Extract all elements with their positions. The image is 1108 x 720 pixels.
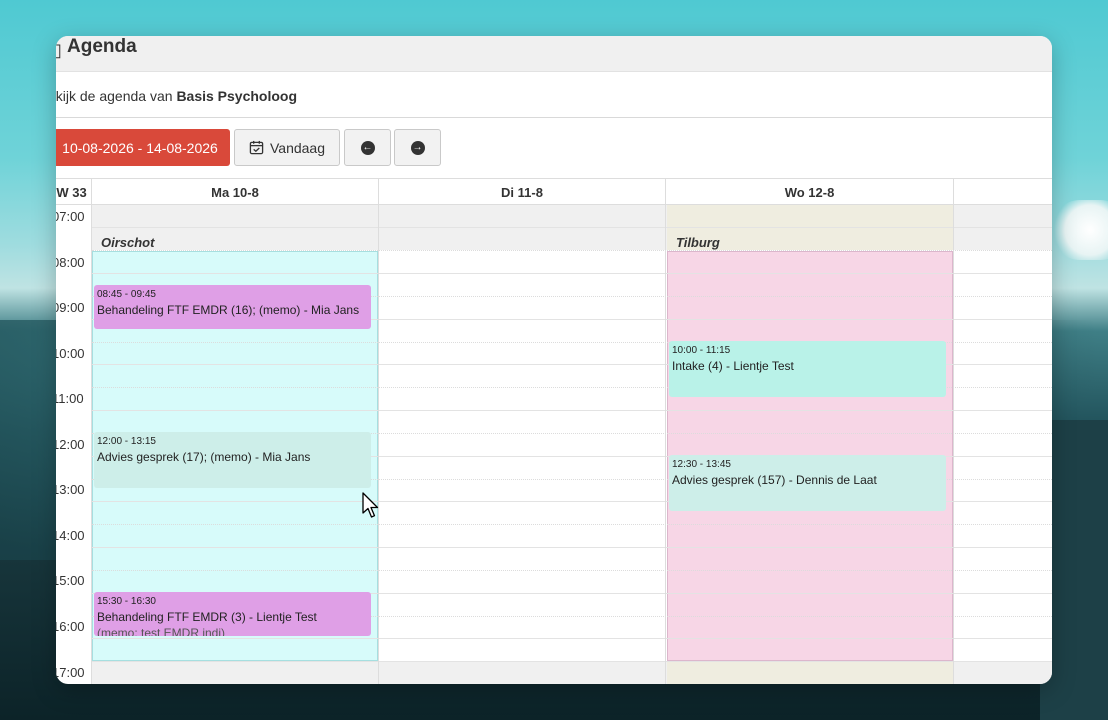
previous-week-button[interactable]: ← [344, 129, 391, 166]
column-divider [953, 178, 954, 684]
week-number: W 33 [56, 184, 87, 200]
calendar-check-icon [249, 140, 264, 155]
day-header-wed[interactable]: Wo 12-8 [666, 179, 953, 205]
appointment-title: Advies gesprek (17); (memo) - Mia Jans [97, 450, 311, 464]
time-label: 16:00 [56, 619, 85, 634]
agenda-window: ▯ Agenda ekijk de agenda van Basis Psych… [56, 36, 1052, 684]
grid-line [92, 570, 1052, 571]
agenda-owner-prefix: ekijk de agenda van [56, 88, 173, 104]
time-label: 17:00 [56, 665, 85, 680]
title-bar: ▯ Agenda [56, 36, 1052, 72]
appointment-title: Intake (4) - Lientje Test [672, 359, 794, 373]
grid-line [92, 250, 1052, 251]
appointment-time: 15:30 - 16:30 [97, 596, 156, 607]
arrow-left-icon: ← [360, 140, 375, 155]
today-button[interactable]: Vandaag [234, 129, 340, 166]
time-label: 13:00 [56, 482, 85, 497]
day-header-row: W 33 Ma 10-8 Di 11-8 Wo 12-8 [56, 178, 1052, 205]
time-label: 09:00 [56, 300, 85, 315]
time-label: 08:00 [56, 255, 85, 270]
location-label-tilburg: Tilburg [676, 235, 720, 250]
grid-line [92, 524, 1052, 525]
agenda-owner-line: ekijk de agenda van Basis Psycholoog [56, 88, 297, 104]
appointment-time: 12:00 - 13:15 [97, 436, 156, 447]
appointment-title: Advies gesprek (157) - Dennis de Laat [672, 473, 877, 487]
wed-offhours-evening [667, 661, 953, 684]
appointment[interactable]: 15:30 - 16:30 Behandeling FTF EMDR (3) -… [94, 592, 371, 636]
appointment-title: Behandeling FTF EMDR (3) - Lientje Test [97, 610, 317, 624]
page-title: Agenda [67, 36, 137, 57]
day-header-tue[interactable]: Di 11-8 [379, 179, 665, 205]
today-button-label: Vandaag [269, 139, 325, 156]
column-divider [378, 178, 379, 684]
appointment-time: 10:00 - 11:15 [672, 345, 731, 356]
arrow-right-icon: → [410, 140, 425, 155]
appointment[interactable]: 12:00 - 13:15 Advies gesprek (17); (memo… [94, 432, 371, 488]
calendar-grid: W 33 Ma 10-8 Di 11-8 Wo 12-8 07:00 08:00… [56, 178, 1052, 684]
time-label: 07:00 [56, 209, 85, 224]
appointment-title: Behandeling FTF EMDR (16); (memo) - Mia … [97, 303, 360, 317]
column-divider [665, 178, 666, 684]
background-cloud [1050, 200, 1108, 260]
time-label: 10:00 [56, 346, 85, 361]
column-divider [91, 178, 92, 684]
mouse-pointer-icon [362, 492, 379, 518]
next-week-button[interactable]: → [394, 129, 441, 166]
grid-line [92, 227, 1052, 228]
time-label: 14:00 [56, 528, 85, 543]
divider [56, 117, 1052, 118]
appointment[interactable]: 10:00 - 11:15 Intake (4) - Lientje Test [669, 341, 946, 397]
location-label-oirschot: Oirschot [101, 235, 155, 250]
day-header-mon[interactable]: Ma 10-8 [92, 179, 378, 205]
appointment[interactable]: 08:45 - 09:45 Behandeling FTF EMDR (16);… [94, 285, 371, 329]
grid-line [92, 547, 1052, 548]
appointment[interactable]: 12:30 - 13:45 Advies gesprek (157) - Den… [669, 455, 946, 511]
grid-line [92, 638, 1052, 639]
time-label: 15:00 [56, 573, 85, 588]
appointment-memo: (memo: test EMDR indi) [97, 626, 226, 636]
grid-line [92, 410, 1052, 411]
grid-line [92, 661, 1052, 662]
toolbar: 10-08-2026 - 14-08-2026 Vandaag ← → [56, 129, 1052, 167]
appointment-time: 12:30 - 13:45 [672, 459, 731, 470]
date-range-button[interactable]: 10-08-2026 - 14-08-2026 [56, 129, 230, 166]
time-label: 12:00 [56, 437, 85, 452]
appointment-time: 08:45 - 09:45 [97, 289, 156, 300]
calendar-icon: ▯ [56, 40, 62, 60]
time-label: 11:00 [56, 391, 84, 406]
agenda-owner-name: Basis Psycholoog [176, 88, 298, 104]
grid-line [92, 273, 1052, 274]
